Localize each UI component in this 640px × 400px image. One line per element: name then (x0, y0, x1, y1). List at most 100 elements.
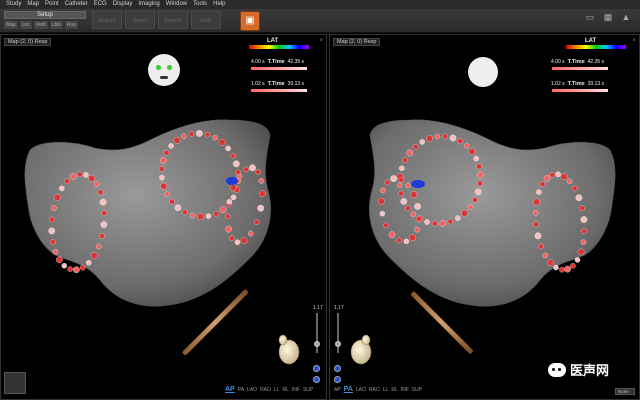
left-lpv-point (56, 256, 63, 264)
right-ridge-point (398, 176, 404, 183)
left-ridge-point (253, 219, 260, 225)
left-rpv-point (181, 133, 187, 140)
left-ridge-point (229, 235, 235, 241)
left-rpv-point (205, 213, 212, 219)
left-lpv-point (95, 243, 102, 250)
right-lpv-point (566, 178, 573, 185)
right-rpv-point (396, 182, 403, 188)
right-ridge-point (383, 222, 389, 229)
right-heart-orientation-icon (350, 334, 372, 365)
right-rpv-point (402, 157, 408, 163)
right-ridge-point (409, 234, 416, 241)
left-ridge-point (257, 204, 265, 212)
right-rpv-point (412, 144, 419, 150)
right-rpv-point (472, 197, 478, 203)
left-ridge-point (247, 230, 254, 237)
right-rpv-point (455, 215, 461, 221)
right-rpv-point (398, 190, 404, 197)
right-lpv-point (555, 171, 561, 178)
left-ridge-point (259, 190, 266, 198)
right-rpv-point (477, 180, 483, 187)
right-ridge-point (390, 175, 397, 182)
left-ridge-point (258, 178, 265, 184)
right-lpv-point (581, 228, 588, 234)
left-lpv-point (88, 174, 96, 182)
right-rpv-point (476, 163, 482, 170)
left-rpv-point (159, 157, 167, 164)
left-rpv-point (159, 174, 165, 181)
right-lpv-point (533, 221, 539, 228)
left-lpv-point (99, 198, 107, 206)
right-lpv-point (580, 216, 588, 223)
right-rpv-point (419, 139, 425, 145)
right-rpv-point (399, 165, 405, 171)
left-lpv-point (83, 172, 89, 178)
right-ridge-point (410, 191, 418, 199)
left-rpv-point (218, 138, 226, 146)
right-lpv-point (559, 266, 565, 273)
right-rpv-point (410, 211, 417, 218)
right-lpv-point (577, 248, 585, 256)
left-ridge-point (249, 164, 256, 172)
left-lpv-point (69, 173, 77, 180)
right-lpv-point (571, 185, 578, 192)
right-lpv-point (542, 252, 549, 259)
right-ridge-point (414, 203, 421, 210)
right-lpv-point (549, 172, 556, 178)
left-rpv-point (174, 204, 182, 212)
left-rpv-point (230, 152, 236, 159)
left-rpv-point (212, 134, 218, 141)
right-rpv-point (442, 133, 449, 140)
right-lpv-point (553, 264, 559, 271)
left-ridge-point (236, 173, 243, 180)
right-rpv-point (476, 171, 484, 179)
left-lpv-point (97, 189, 104, 196)
left-lpv-point (49, 216, 55, 223)
right-rpv-point (434, 133, 441, 140)
right-ridge-point (415, 215, 422, 222)
left-lpv-point (59, 185, 65, 192)
right-blue-marker (411, 180, 425, 188)
right-lpv-point (579, 205, 585, 211)
right-ridge-point (384, 179, 391, 186)
left-rpv-point (163, 149, 170, 156)
right-rpv-point (463, 142, 470, 149)
left-ridge-point (226, 199, 233, 205)
left-blue-marker (226, 177, 238, 185)
right-lpv-point (536, 189, 542, 195)
right-ridge-point (379, 210, 386, 217)
left-rpv-point (232, 160, 240, 168)
left-heart-orientation-icon (278, 334, 300, 365)
watermark-text: 医声网 (570, 363, 610, 378)
left-rpv-point (164, 191, 170, 198)
right-rpv-point (468, 148, 476, 155)
right-lpv-point (534, 232, 542, 240)
right-lpv-point (570, 263, 576, 269)
left-ridge-point (243, 166, 249, 173)
left-lpv-point (51, 205, 57, 211)
right-ridge-point (414, 226, 420, 233)
left-lpv-point (64, 178, 70, 184)
left-rpv-point (189, 212, 196, 219)
left-rpv-point (169, 198, 175, 205)
left-ridge-point (255, 169, 261, 175)
catheter-thumbnail-icon[interactable] (4, 372, 26, 394)
right-lpv-point (539, 181, 546, 187)
right-rpv-point (439, 220, 446, 227)
left-lpv-point (100, 221, 108, 228)
right-rpv-point (424, 219, 430, 225)
left-rpv-point (230, 194, 237, 201)
left-lpv-point (101, 210, 108, 216)
left-lpv-point (52, 248, 59, 255)
right-lpv-point (547, 259, 554, 267)
left-lpv-point (73, 266, 80, 274)
right-lpv-point (560, 173, 568, 180)
left-lpv-point (53, 194, 61, 201)
left-ridge-point (240, 237, 248, 244)
left-rpv-point (197, 213, 204, 220)
left-ridge-point (224, 213, 231, 220)
right-lpv-point (575, 194, 583, 202)
watermark: 医声网 (548, 360, 609, 379)
left-lpv-point (86, 260, 92, 266)
right-rpv-point (406, 149, 414, 157)
